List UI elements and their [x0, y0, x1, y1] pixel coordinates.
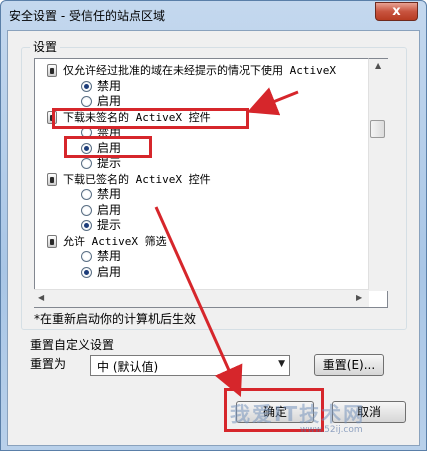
- watermark-url: www.52ij.com: [300, 425, 363, 435]
- watermark-logo: 我爱IT技术网: [230, 402, 366, 426]
- annotation-arrows: [154, 87, 299, 397]
- arrow-to-unsigned-node: [246, 87, 299, 116]
- arrow-to-ok-button: [154, 206, 243, 397]
